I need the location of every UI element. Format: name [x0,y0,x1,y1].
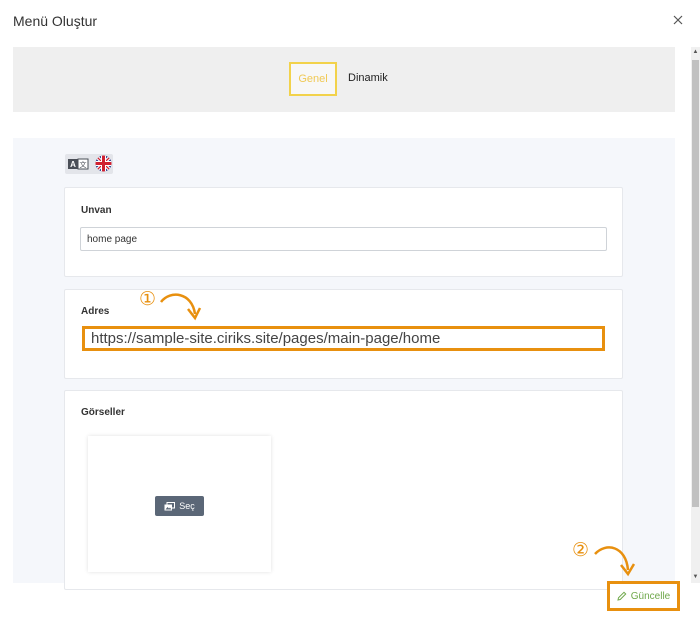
translate-icon[interactable]: A 文 [67,156,89,172]
update-button[interactable]: Güncelle [607,581,680,611]
annotation-arrow-1 [160,293,202,321]
unvan-input[interactable]: home page [80,227,607,251]
annotation-marker-2: ② [572,539,590,561]
uk-flag-icon[interactable] [95,155,112,172]
scrollbar-thumb[interactable] [692,60,699,507]
close-button[interactable] [668,10,688,30]
adres-label: Adres [81,306,110,317]
adres-input[interactable]: https://sample-site.ciriks.site/pages/ma… [82,326,605,351]
images-icon [164,501,176,510]
svg-text:A: A [70,160,76,169]
annotation-arrow-2 [594,546,636,577]
svg-text:文: 文 [80,160,87,169]
update-label: Güncelle [630,590,671,602]
dialog-title: Menü Oluştur [13,13,98,29]
gorseller-label: Görseller [81,407,125,418]
close-icon [673,15,683,25]
tab-genel[interactable]: Genel [289,62,337,96]
pencil-icon [617,591,627,601]
unvan-label: Unvan [81,205,112,216]
tab-dinamik[interactable]: Dinamik [348,72,388,84]
select-image-label: Seç [179,501,195,511]
select-image-button[interactable]: Seç [155,496,204,516]
tab-bar [13,47,675,112]
annotation-marker-1: ① [139,288,157,310]
scroll-down-arrow[interactable]: ▼ [692,573,699,581]
scroll-up-arrow[interactable]: ▲ [692,48,699,56]
